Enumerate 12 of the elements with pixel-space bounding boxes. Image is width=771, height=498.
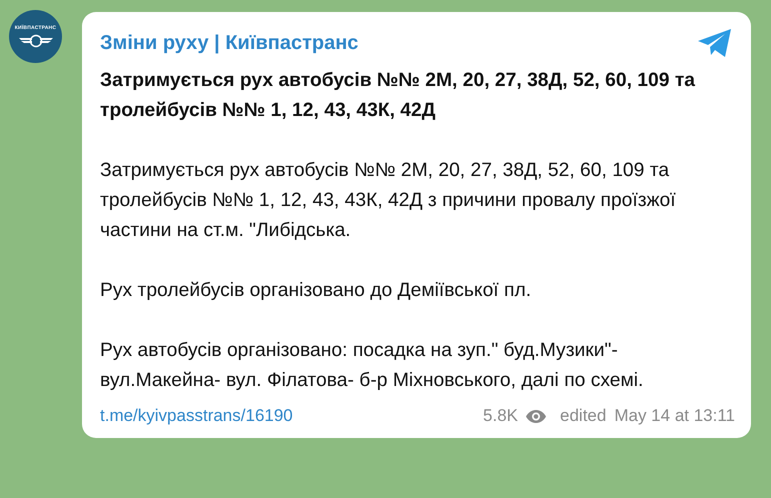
paper-plane-icon[interactable] [697,28,733,58]
message-paragraph: Рух тролейбусів організовано до Деміївської пл. [100,279,532,303]
channel-name[interactable]: Зміни руху | Київпастранс [100,32,358,54]
message-paragraph: Рух автобусів організовано: посадка на зуп." буд.Музики"- вул.Макейна- вул. Філатова- б-р Міхновського, далі по схемі. [100,339,644,393]
wings-icon [18,34,52,48]
post-link[interactable]: t.me/kyivpasstrans/16190 [100,406,293,426]
message-headline: Затримується рух автобусів №№ 2M, 20, 27, 38Д, 52, 60, 109 та тролейбусів №№ 1, 12, 43, 43К, 42Д [100,69,696,123]
view-count: 5.8K [483,406,518,426]
message-paragraph: Затримується рух автобусів №№ 2M, 20, 27, 38Д, 52, 60, 109 та тролейбусів №№ 1, 12, 43, 43К, 42Д з причини провалу проїзжої частини на ст.м. "Либідська. [100,159,677,243]
message-time: May 14 at 13:11 [614,406,735,426]
edited-label: edited [560,406,606,426]
eye-icon [526,410,546,422]
